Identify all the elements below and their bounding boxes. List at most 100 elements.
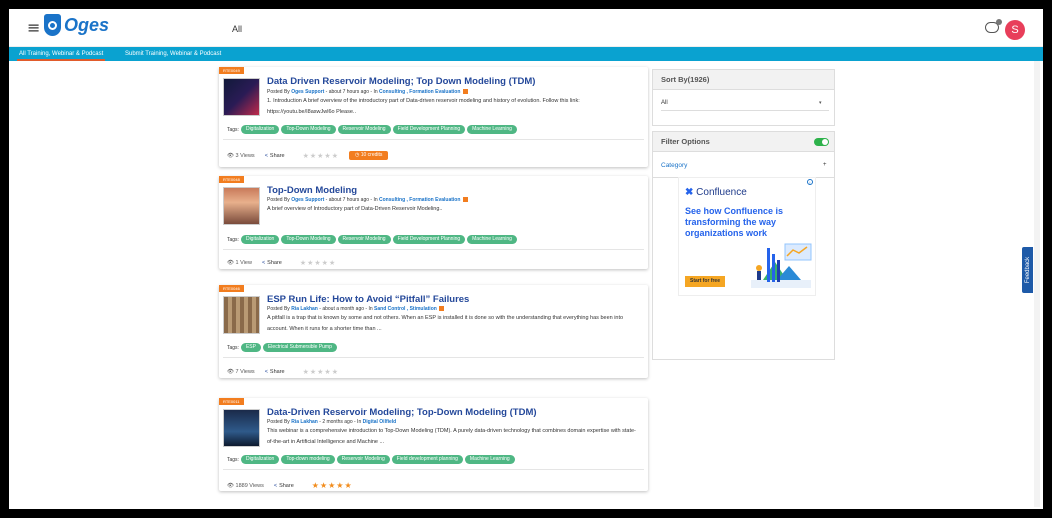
ad-illustration: [751, 243, 812, 288]
card-description: A brief overview of Introductory part of…: [267, 206, 443, 212]
post-time: - about 7 hours ago - In: [325, 89, 378, 95]
share-button[interactable]: < Share: [265, 153, 285, 159]
tag[interactable]: Field Development Planning: [392, 125, 466, 134]
logo-text: Oges: [64, 14, 110, 35]
eye-icon: 👁: [227, 369, 234, 375]
tag[interactable]: Machine Learning: [467, 125, 517, 134]
credits-badge: ◷ 10 credits: [348, 151, 389, 160]
tag[interactable]: Reservoir Modeling: [336, 455, 390, 464]
card-thumbnail[interactable]: [223, 296, 260, 334]
training-card[interactable]: RTE0049 Data Driven Reservoir Modeling; …: [219, 67, 648, 167]
sort-select[interactable]: All: [661, 100, 668, 106]
posted-by-label: Posted By: [267, 419, 290, 425]
card-description: 1. Introduction A brief overview of the …: [267, 98, 580, 115]
chat-icon[interactable]: [985, 19, 1002, 33]
rating-stars[interactable]: ★★★★★: [303, 368, 339, 376]
avatar[interactable]: S: [1005, 20, 1025, 40]
share-button[interactable]: < Share: [274, 483, 294, 489]
filter-title: Filter Options: [661, 137, 710, 146]
tag[interactable]: Machine Learning: [464, 455, 515, 464]
card-thumbnail[interactable]: [223, 187, 260, 225]
scrollbar[interactable]: [1034, 61, 1040, 507]
eye-icon: 👁: [227, 260, 234, 266]
tab-all-training[interactable]: All Training, Webinar & Podcast: [17, 47, 106, 61]
ad-cta-button[interactable]: Start for free: [685, 276, 725, 287]
card-title[interactable]: ESP Run Life: How to Avoid “Pitfall” Fai…: [267, 294, 469, 305]
card-title[interactable]: Data Driven Reservoir Modeling; Top Down…: [267, 76, 535, 87]
sort-panel: Sort By(1926) All ▾: [652, 69, 835, 126]
ad-brand: Confluence: [696, 187, 747, 198]
tag[interactable]: Electrical Submersible Pump: [262, 343, 337, 352]
logo[interactable]: Oges: [44, 14, 109, 36]
tag[interactable]: Field Development Planning: [392, 235, 466, 244]
feedback-label: Feedback: [1024, 256, 1031, 284]
tags-label: Tags:: [227, 344, 239, 351]
feedback-tab[interactable]: Feedback: [1022, 247, 1033, 293]
training-card[interactable]: RTE0046 ESP Run Life: How to Avoid “Pitf…: [219, 285, 648, 378]
menu-icon[interactable]: ≡: [27, 20, 40, 36]
tag[interactable]: Machine Learning: [467, 235, 517, 244]
tag[interactable]: ESP: [240, 343, 261, 352]
share-button[interactable]: < Share: [262, 260, 282, 266]
post-time: - 2 months ago - In: [319, 419, 362, 425]
category-link[interactable]: Sand Control , Stimulation: [374, 306, 437, 312]
post-time: - about a month ago - In: [319, 306, 373, 312]
tag[interactable]: Reservoir Modeling: [337, 235, 391, 244]
sort-title: Sort By(1926): [653, 70, 834, 90]
tag[interactable]: Top-Down Modeling: [281, 125, 336, 134]
external-link-icon: [462, 197, 468, 203]
tag[interactable]: Digitalization: [240, 235, 280, 244]
confluence-ad[interactable]: i ✖ Confluence See how Confluence is tra…: [678, 177, 816, 296]
tag[interactable]: Top-down modeling: [281, 455, 335, 464]
category-filter[interactable]: Category: [661, 162, 687, 169]
card-footer: 👁 7 Views < Share ★★★★★: [227, 368, 339, 376]
chevron-down-icon[interactable]: ▾: [819, 100, 822, 106]
tag[interactable]: Field development planning: [391, 455, 463, 464]
expand-icon[interactable]: +: [823, 162, 827, 168]
category-link[interactable]: Consulting , Formation Evaluation: [379, 89, 460, 95]
card-footer: 👁 1 View < Share ★★★★★: [227, 259, 336, 267]
filter-toggle[interactable]: [814, 138, 829, 146]
share-button[interactable]: < Share: [265, 369, 285, 375]
rating-stars[interactable]: ★★★★★: [300, 259, 336, 267]
info-icon[interactable]: i: [807, 179, 813, 185]
tag-list: Tags: Digitalization Top-Down Modeling R…: [227, 125, 517, 134]
tag-list: Tags: Digitalization Top-down modeling R…: [227, 455, 515, 464]
tag[interactable]: Digitalization: [240, 125, 280, 134]
divider: [223, 357, 644, 358]
card-thumbnail[interactable]: [223, 78, 260, 116]
card-description: This webinar is a comprehensive introduc…: [267, 428, 636, 445]
card-thumbnail[interactable]: [223, 409, 260, 447]
author-link[interactable]: Ria Lakhan: [291, 419, 318, 425]
logo-shield-icon: [44, 14, 61, 36]
rating-stars[interactable]: ★★★★★: [303, 152, 339, 160]
training-card[interactable]: RTE0048 Top-Down Modeling Posted By Oges…: [219, 176, 648, 269]
author-link[interactable]: Ria Lakhan: [291, 306, 318, 312]
confluence-icon: ✖: [685, 187, 694, 198]
card-title[interactable]: Data-Driven Reservoir Modeling; Top-Down…: [267, 407, 537, 418]
category-link[interactable]: Digital Oilfield: [363, 419, 397, 425]
tag-list: Tags: ESP Electrical Submersible Pump: [227, 343, 337, 352]
author-link[interactable]: Oges Support: [291, 197, 324, 203]
posted-by-label: Posted By: [267, 89, 290, 95]
card-meta: Posted By Ria Lakhan - about a month ago…: [267, 306, 445, 312]
top-filter-select[interactable]: All: [232, 24, 242, 34]
author-link[interactable]: Oges Support: [291, 89, 324, 95]
app-window: ≡ Oges All S All Training, Webinar & Pod…: [0, 0, 1052, 518]
view-count: 7 Views: [235, 369, 255, 375]
tag[interactable]: Digitalization: [240, 455, 280, 464]
posted-by-label: Posted By: [267, 197, 290, 203]
rating-stars[interactable]: ★★★★★: [312, 481, 353, 490]
card-meta: Posted By Oges Support - about 7 hours a…: [267, 197, 468, 203]
tab-submit-training[interactable]: Submit Training, Webinar & Podcast: [123, 47, 223, 61]
card-title[interactable]: Top-Down Modeling: [267, 185, 357, 196]
external-link-icon: [462, 89, 468, 95]
tag[interactable]: Reservoir Modeling: [337, 125, 391, 134]
tag[interactable]: Top-Down Modeling: [281, 235, 336, 244]
ad-headline: See how Confluence is transforming the w…: [685, 206, 784, 238]
category-link[interactable]: Consulting , Formation Evaluation: [379, 197, 460, 203]
tags-label: Tags:: [227, 126, 239, 133]
training-card[interactable]: RTE0011 Data-Driven Reservoir Modeling; …: [219, 398, 648, 491]
divider: [223, 469, 644, 470]
eye-icon: 👁: [227, 482, 234, 489]
